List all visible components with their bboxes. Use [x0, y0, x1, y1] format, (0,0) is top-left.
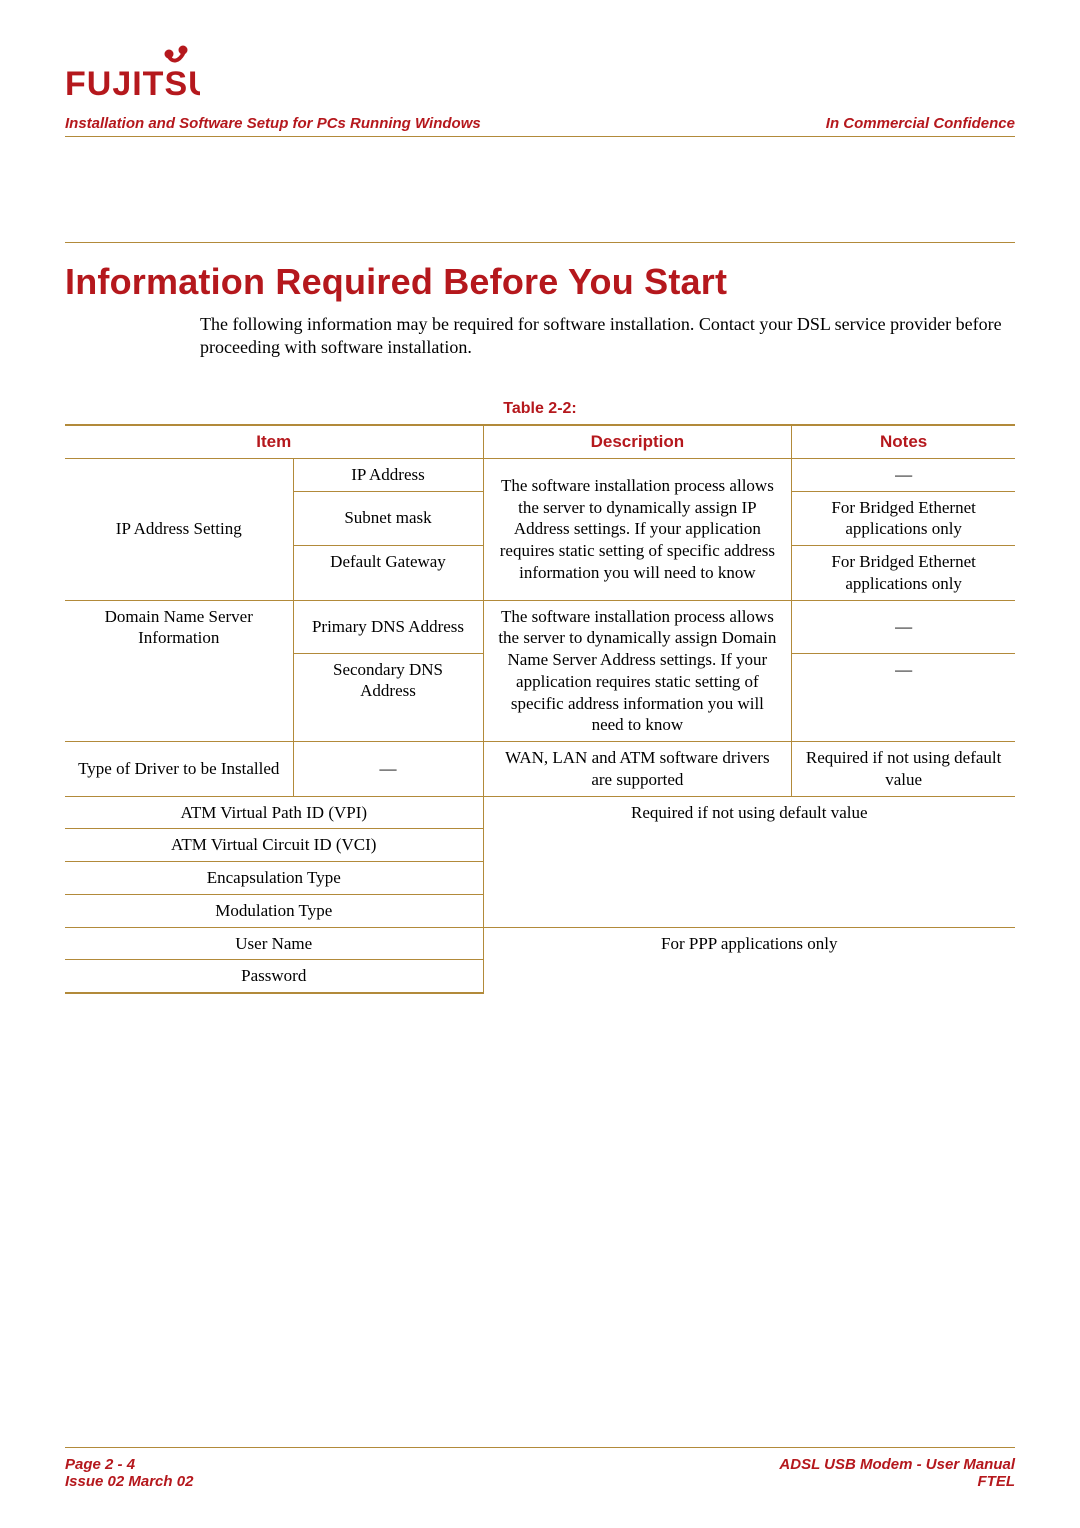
- top-rule: [65, 242, 1015, 243]
- cell-ppp-only: For PPP applications only: [483, 927, 1015, 993]
- cell-driver-note: Required if not using default value: [792, 742, 1015, 797]
- footer-rule: [65, 1447, 1015, 1448]
- cell-subnet: Subnet mask: [293, 491, 483, 546]
- table-row: Domain Name Server Information Primary D…: [65, 600, 1015, 653]
- cell-dash: —: [293, 742, 483, 797]
- footer-right: ADSL USB Modem - User Manual FTEL: [779, 1456, 1015, 1490]
- cell-primary-dns: Primary DNS Address: [293, 600, 483, 653]
- cell-dns-desc: The software installation process allows…: [483, 600, 792, 742]
- header-right: In Commercial Confidence: [826, 115, 1015, 132]
- requirements-table: Item Description Notes IP Address Settin…: [65, 424, 1015, 994]
- running-header: Installation and Software Setup for PCs …: [65, 115, 1015, 137]
- cell-driver-desc: WAN, LAN and ATM software drivers are su…: [483, 742, 792, 797]
- table-row: Type of Driver to be Installed — WAN, LA…: [65, 742, 1015, 797]
- th-notes: Notes: [792, 425, 1015, 459]
- cell-vpi: ATM Virtual Path ID (VPI): [65, 796, 483, 829]
- cell-req-default: Required if not using default value: [483, 796, 1015, 927]
- table-caption: Table 2-2:: [65, 400, 1015, 418]
- intro-paragraph: The following information may be require…: [200, 313, 1015, 360]
- running-footer: Page 2 - 4 Issue 02 March 02 ADSL USB Mo…: [65, 1456, 1015, 1490]
- cell-bridged-note: For Bridged Ethernet applications only: [792, 491, 1015, 546]
- th-description: Description: [483, 425, 792, 459]
- table-header-row: Item Description Notes: [65, 425, 1015, 459]
- footer-left: Page 2 - 4 Issue 02 March 02: [65, 1456, 193, 1490]
- footer-issue: Issue 02 March 02: [65, 1473, 193, 1490]
- cell-notes-dash: —: [792, 458, 1015, 491]
- brand-logo: FUJITSU: [65, 45, 1015, 103]
- cell-encap: Encapsulation Type: [65, 862, 483, 895]
- page-title: Information Required Before You Start: [65, 261, 1015, 303]
- header-left: Installation and Software Setup for PCs …: [65, 115, 481, 132]
- cell-dns-label: Domain Name Server Information: [65, 600, 293, 742]
- cell-ip-desc: The software installation process allows…: [483, 458, 792, 600]
- cell-ip-address: IP Address: [293, 458, 483, 491]
- cell-user: User Name: [65, 927, 483, 960]
- cell-mod: Modulation Type: [65, 894, 483, 927]
- cell-notes-dash: —: [792, 653, 1015, 741]
- th-item: Item: [65, 425, 483, 459]
- table-row: User Name For PPP applications only: [65, 927, 1015, 960]
- footer-org: FTEL: [978, 1473, 1016, 1490]
- cell-password: Password: [65, 960, 483, 993]
- cell-bridged-note: For Bridged Ethernet applications only: [792, 546, 1015, 601]
- cell-notes-dash: —: [792, 600, 1015, 653]
- cell-vci: ATM Virtual Circuit ID (VCI): [65, 829, 483, 862]
- cell-ip-setting: IP Address Setting: [65, 458, 293, 600]
- cell-secondary-dns: Secondary DNS Address: [293, 653, 483, 741]
- footer-page: Page 2 - 4: [65, 1456, 193, 1473]
- footer-manual: ADSL USB Modem - User Manual: [779, 1456, 1015, 1473]
- table-row: ATM Virtual Path ID (VPI) Required if no…: [65, 796, 1015, 829]
- table-row: IP Address Setting IP Address The softwa…: [65, 458, 1015, 491]
- brand-text: FUJITSU: [65, 65, 200, 103]
- cell-driver-label: Type of Driver to be Installed: [65, 742, 293, 797]
- cell-gateway: Default Gateway: [293, 546, 483, 601]
